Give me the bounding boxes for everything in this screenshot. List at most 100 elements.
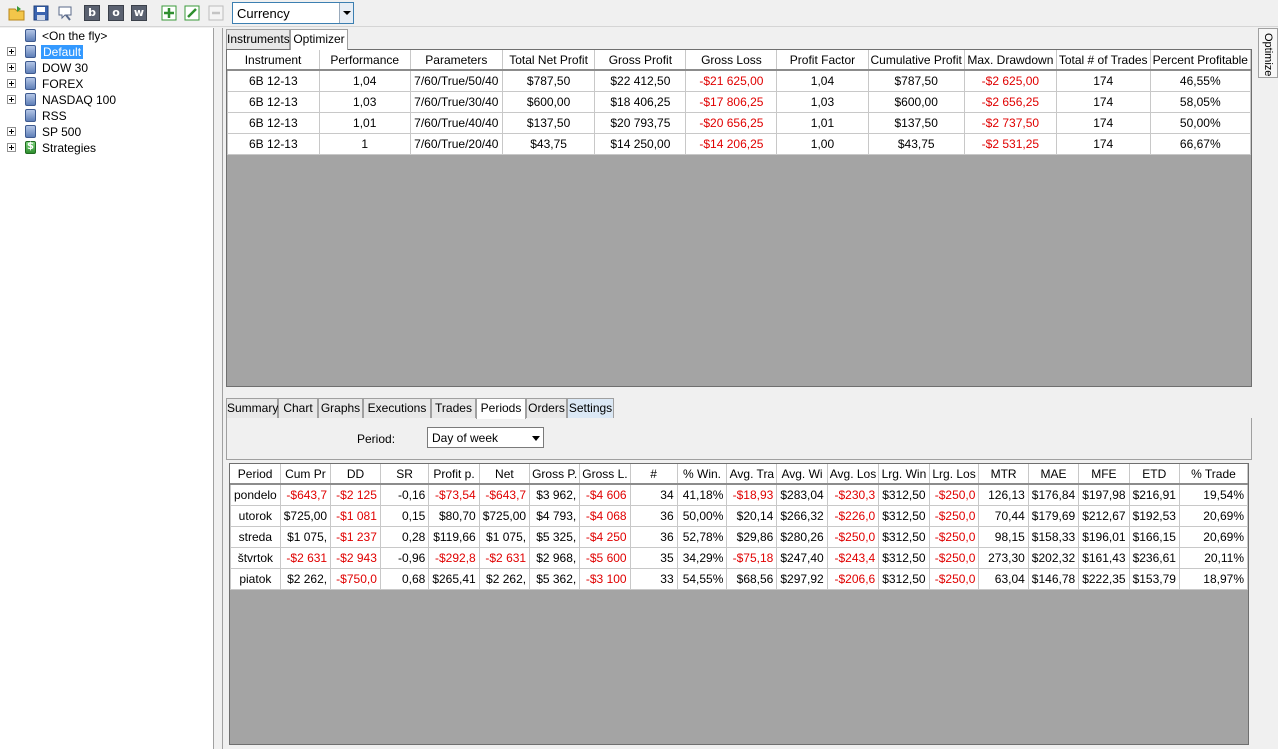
tree-item-default[interactable]: Default: [0, 44, 210, 60]
tab-executions[interactable]: Executions: [363, 398, 431, 418]
tab-graphs[interactable]: Graphs: [318, 398, 363, 418]
column-header-cumulative-profit[interactable]: Cumulative Profit: [868, 50, 965, 71]
column-header-net[interactable]: Net: [479, 464, 531, 485]
tree-item-sp500[interactable]: SP 500: [0, 124, 210, 140]
column-header-mae[interactable]: MAE: [1028, 464, 1080, 485]
column-header-period[interactable]: Period: [230, 464, 281, 485]
edit-icon[interactable]: [183, 4, 201, 22]
expand-plus-icon[interactable]: [7, 95, 16, 104]
tree-item-label: <On the fly>: [42, 29, 108, 43]
chevron-down-icon[interactable]: [339, 3, 353, 23]
column-header-avg-wi[interactable]: Avg. Wi: [776, 464, 828, 485]
tab-summary[interactable]: Summary: [226, 398, 278, 418]
tree-item-forex[interactable]: FOREX: [0, 76, 210, 92]
table-row[interactable]: 6B 12-13 1,04 7/60/True/50/40 $787,50 $22 41…: [227, 69, 1252, 92]
tree-item-rss[interactable]: RSS: [0, 108, 210, 124]
expand-plus-icon[interactable]: [7, 63, 16, 72]
tree-item-on-the-fly[interactable]: <On the fly>: [0, 28, 210, 44]
column-header-cum-pr[interactable]: Cum Pr: [280, 464, 332, 485]
expand-plus-icon[interactable]: [7, 143, 16, 152]
cell-avg-tra: $20,14: [726, 504, 778, 527]
add-icon[interactable]: [160, 4, 178, 22]
column-header-avg-los[interactable]: Avg. Los: [827, 464, 880, 485]
column-header-total-net-profit[interactable]: Total Net Profit: [502, 50, 596, 71]
cell-gross-p: $3 962,: [529, 483, 581, 506]
tab-chart[interactable]: Chart: [278, 398, 318, 418]
chevron-down-icon[interactable]: [532, 436, 540, 441]
tab-settings[interactable]: Settings: [567, 398, 614, 418]
column-header-max-drawdown[interactable]: Max. Drawdown: [964, 50, 1057, 71]
column-header-trade[interactable]: % Trade: [1179, 464, 1249, 485]
table-row[interactable]: piatok $2 262, -$750,0 0,68 $265,41 $2 262, $5…: [230, 567, 1249, 590]
cell-gross-loss: -$17 806,25: [685, 90, 778, 113]
cell-avg-wi: $283,04: [776, 483, 828, 506]
tree-item-strategies[interactable]: Strategies: [0, 140, 210, 156]
column-header-parameters[interactable]: Parameters: [410, 50, 503, 71]
w-icon[interactable]: w: [131, 5, 147, 21]
delete-icon[interactable]: [207, 4, 225, 22]
table-row[interactable]: štvrtok -$2 631 -$2 943 -0,96 -$292,8 -$2 631…: [230, 546, 1249, 569]
cell-instrument: 6B 12-13: [227, 90, 320, 113]
cell-sr: 0,15: [379, 504, 430, 527]
column-header-lrg-win[interactable]: Lrg. Win: [878, 464, 930, 485]
cell-gross-loss: -$21 625,00: [685, 69, 778, 92]
period-select[interactable]: Day of week: [427, 427, 544, 448]
column-header-[interactable]: #: [630, 464, 678, 485]
cell-profit-p: $119,66: [428, 525, 480, 548]
cell-cumulative-profit: $43,75: [867, 132, 965, 155]
expand-plus-icon[interactable]: [7, 47, 16, 56]
cell-max-drawdown: -$2 656,25: [963, 90, 1057, 113]
column-header-total-of-trades[interactable]: Total # of Trades: [1056, 50, 1151, 71]
column-header-gross-loss[interactable]: Gross Loss: [685, 50, 778, 71]
tree-item-label: Default: [41, 45, 84, 59]
column-header-mfe[interactable]: MFE: [1078, 464, 1130, 485]
table-row[interactable]: streda $1 075, -$1 237 0,28 $119,66 $1 075, $5…: [230, 525, 1249, 548]
column-header-gross-profit[interactable]: Gross Profit: [594, 50, 687, 71]
save-icon[interactable]: [32, 4, 50, 22]
cell-trade: 20,69%: [1178, 504, 1249, 527]
table-row[interactable]: 6B 12-13 1,01 7/60/True/40/40 $137,50 $20 79…: [227, 111, 1252, 134]
column-header-profit-p[interactable]: Profit p.: [428, 464, 480, 485]
broom-icon[interactable]: [56, 4, 74, 22]
cell-mfe: $196,01: [1078, 525, 1130, 548]
tab-orders[interactable]: Orders: [526, 398, 567, 418]
tab-trades[interactable]: Trades: [431, 398, 476, 418]
open-folder-icon[interactable]: [8, 4, 26, 22]
tree-item-dow30[interactable]: DOW 30: [0, 60, 210, 76]
cell-total-net-profit: $787,50: [501, 69, 596, 92]
expand-plus-icon[interactable]: [7, 79, 16, 88]
vertical-splitter[interactable]: [214, 28, 223, 749]
column-header-instrument[interactable]: Instrument: [227, 50, 320, 71]
column-header-win[interactable]: % Win.: [677, 464, 728, 485]
b-icon[interactable]: b: [84, 5, 100, 21]
column-header-percent-profitable[interactable]: Percent Profitable: [1150, 50, 1252, 71]
database-icon: [25, 45, 36, 58]
column-header-profit-factor[interactable]: Profit Factor: [776, 50, 869, 71]
instrument-list-combo[interactable]: Currency: [232, 2, 354, 24]
side-tab-optimize[interactable]: Optimize: [1258, 28, 1278, 78]
cell-net: -$2 631: [478, 546, 531, 569]
o-icon[interactable]: o: [108, 5, 124, 21]
tab-instruments[interactable]: Instruments: [226, 29, 290, 49]
column-header-lrg-los[interactable]: Lrg. Los: [929, 464, 980, 485]
column-header-gross-l[interactable]: Gross L.: [579, 464, 631, 485]
cell-lrg-win: $312,50: [878, 483, 930, 506]
tab-optimizer[interactable]: Optimizer: [290, 29, 348, 50]
periods-table: Period Cum Pr DD SR Profit p. Net Gross P. Gros…: [230, 464, 1249, 590]
table-row[interactable]: utorok $725,00 -$1 081 0,15 $80,70 $725,00 $4 …: [230, 504, 1249, 527]
column-header-avg-tra[interactable]: Avg. Tra: [726, 464, 778, 485]
cell-performance: 1,01: [318, 111, 411, 134]
tab-periods[interactable]: Periods: [476, 398, 526, 419]
column-header-etd[interactable]: ETD: [1129, 464, 1180, 485]
expand-plus-icon[interactable]: [7, 127, 16, 136]
table-row[interactable]: 6B 12-13 1,03 7/60/True/30/40 $600,00 $18 40…: [227, 90, 1252, 113]
column-header-mtr[interactable]: MTR: [978, 464, 1029, 485]
tree-item-nasdaq100[interactable]: NASDAQ 100: [0, 92, 210, 108]
column-header-performance[interactable]: Performance: [319, 50, 411, 71]
cell-mtr: 63,04: [978, 567, 1029, 590]
column-header-dd[interactable]: DD: [330, 464, 381, 485]
column-header-sr[interactable]: SR: [380, 464, 430, 485]
table-row[interactable]: pondelo -$643,7 -$2 125 -0,16 -$73,54 -$643,7…: [230, 483, 1249, 506]
column-header-gross-p[interactable]: Gross P.: [529, 464, 581, 485]
table-row[interactable]: 6B 12-13 1 7/60/True/20/40 $43,75 $14 250,00…: [227, 132, 1252, 155]
